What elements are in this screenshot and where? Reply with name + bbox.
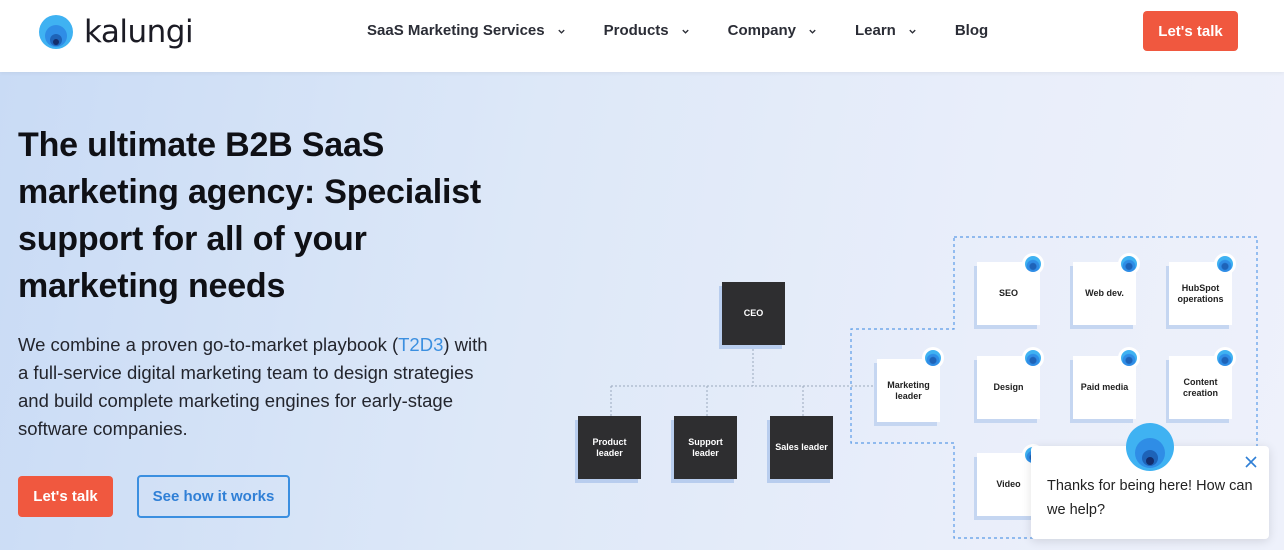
nav-item-label: Company	[727, 22, 796, 39]
kalungi-dot-icon	[1022, 253, 1044, 275]
chevron-down-icon	[557, 29, 565, 34]
org-node-support-leader: Support leader	[674, 416, 737, 479]
kalungi-dot-icon	[1214, 347, 1236, 369]
kalungi-dot-icon	[1118, 347, 1140, 369]
site-header: kalungi SaaS Marketing Services Products…	[0, 0, 1284, 72]
kalungi-dot-icon	[1214, 253, 1236, 275]
org-node-sales-leader: Sales leader	[770, 416, 833, 479]
main-nav: SaaS Marketing Services Products Company…	[367, 21, 988, 41]
nav-item-label: SaaS Marketing Services	[367, 22, 545, 39]
nav-item-company[interactable]: Company	[728, 21, 817, 41]
chat-message: Thanks for being here! How can we help?	[1047, 478, 1253, 518]
nav-item-saas-marketing-services[interactable]: SaaS Marketing Services	[367, 21, 566, 41]
logo-wordmark: kalungi	[84, 14, 194, 50]
nav-item-learn[interactable]: Learn	[855, 21, 917, 41]
nav-item-products[interactable]: Products	[604, 21, 690, 41]
chevron-down-icon	[809, 29, 816, 34]
nav-item-blog[interactable]: Blog	[955, 21, 988, 41]
kalungi-logo-icon	[38, 14, 74, 50]
chevron-down-icon	[681, 29, 689, 34]
chat-avatar-icon[interactable]	[1125, 422, 1175, 472]
org-node-product-leader: Product leader	[578, 416, 641, 479]
logo[interactable]: kalungi	[38, 14, 194, 50]
nav-item-label: Blog	[954, 22, 989, 39]
chevron-down-icon	[909, 29, 916, 34]
nav-item-label: Products	[603, 22, 669, 39]
kalungi-dot-icon	[922, 347, 944, 369]
kalungi-dot-icon	[1118, 253, 1140, 275]
header-lets-talk-button[interactable]: Let's talk	[1143, 11, 1238, 51]
kalungi-dot-icon	[1022, 347, 1044, 369]
nav-item-label: Learn	[854, 22, 896, 39]
close-icon[interactable]	[1243, 454, 1259, 470]
org-node-ceo: CEO	[722, 282, 785, 345]
